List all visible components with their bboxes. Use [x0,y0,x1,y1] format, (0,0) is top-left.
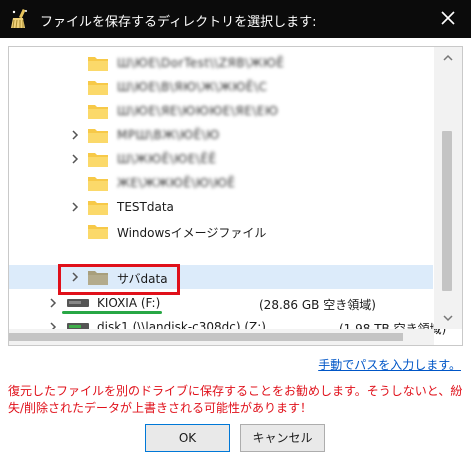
chevron-right-icon[interactable] [69,201,81,213]
drive-label: KIOXIA (F:) [97,296,161,310]
folder-label: Ш\ЮЕ\В\ЯЮ\Ж\ЖЮЁ\С [117,80,268,94]
close-button[interactable] [427,0,471,38]
folder-label: Ш\ЮЕ\DorTest\\ZЯB\ЖЮЁ [117,56,285,70]
chevron-right-icon[interactable] [69,129,81,141]
folder-icon [88,201,108,215]
green-underline [62,311,162,314]
broom-icon [10,8,30,30]
chevron-right-icon[interactable] [69,271,81,283]
folder-label: サバdata [117,272,168,286]
folder-icon [88,177,108,191]
tree-folder-row[interactable]: Ш\ЮЕ\В\ЯЮ\Ж\ЖЮЁ\С [9,75,433,99]
tree-folder-row-selected[interactable]: サバdata [9,265,433,289]
folder-icon [88,57,108,71]
warning-message: 復元したファイルを別のドライブに保存することをお勧めします。そうしないと、紛失/… [8,384,463,415]
folder-icon [88,129,108,143]
ok-button[interactable]: OK [145,424,230,452]
tree-folder-row[interactable]: МРШ\ВЖ\ЮЁ\Ю [9,123,433,147]
close-icon [441,11,455,25]
tree-folder-row[interactable]: TESTdata [9,195,433,219]
folder-icon [88,271,108,285]
folder-label: TESTdata [117,200,174,214]
horizontal-scrollbar[interactable] [9,329,434,345]
cancel-button[interactable]: キャンセル [240,424,325,452]
tree-folder-row[interactable]: Ш\ЮЕ\ЯЕ\ЮЮЮЕ\ЯЕ\ЕЮ [9,99,433,123]
folder-tree[interactable]: Ш\ЮЕ\DorTest\\ZЯB\ЖЮЁ Ш\ЮЕ\В\ЯЮ\Ж\ЖЮЁ\С … [8,46,463,346]
scroll-down-icon[interactable] [442,313,454,323]
chevron-right-icon[interactable] [47,297,59,309]
vertical-scroll-thumb[interactable] [442,131,452,291]
folder-icon [88,105,108,119]
tree-folder-row[interactable]: Windowsイメージファイル [9,219,433,243]
tree-folder-row[interactable]: Ш\ЮЕ\DorTest\\ZЯB\ЖЮЁ [9,51,433,75]
folder-icon [88,225,108,239]
tree-folder-row[interactable]: Ш\ЖЮЁ\ЮЕ\ЁЁ [9,147,433,171]
drive-free-space: (28.86 GB 空き領域) [259,298,376,312]
vertical-scrollbar[interactable] [434,47,462,329]
horizontal-scroll-thumb[interactable] [9,333,403,341]
drive-icon [67,299,89,307]
folder-label: Ш\ЖЮЁ\ЮЕ\ЁЁ [117,152,217,166]
folder-label: МРШ\ВЖ\ЮЁ\Ю [117,128,220,142]
tree-folder-row[interactable]: ЖЕ\ЖЖЮЁ\Ю\ЮЁ [9,171,433,195]
folder-label: ЖЕ\ЖЖЮЁ\Ю\ЮЁ [117,176,236,190]
folder-label: Ш\ЮЕ\ЯЕ\ЮЮЮЕ\ЯЕ\ЕЮ [117,104,279,118]
title-bar: ファイルを保存するディレクトリを選択します: [0,0,471,38]
folder-icon [88,81,108,95]
manual-path-link[interactable]: 手動でパスを入力します。 [318,356,461,373]
chevron-right-icon[interactable] [69,153,81,165]
dialog-title: ファイルを保存するディレクトリを選択します: [40,15,317,30]
folder-icon [88,153,108,167]
folder-label: Windowsイメージファイル [117,226,267,240]
scroll-up-icon[interactable] [442,53,454,63]
